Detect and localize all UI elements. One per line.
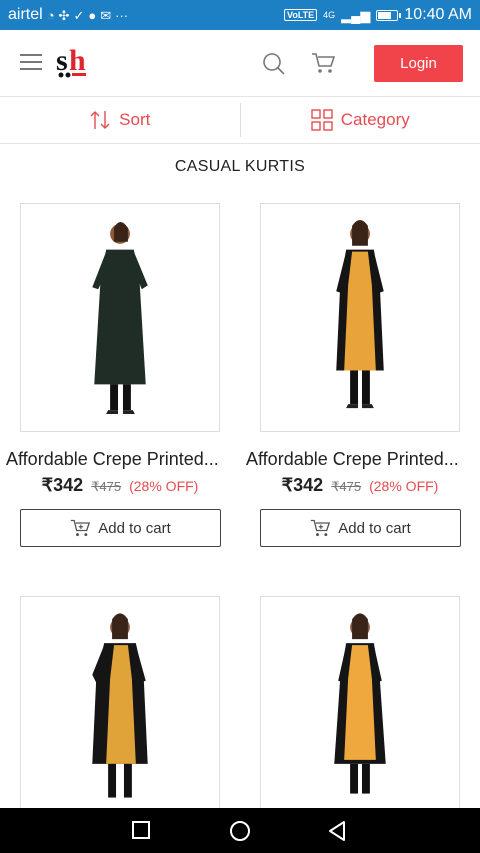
- battery-icon: [376, 9, 402, 21]
- logo-s: s: [56, 44, 68, 77]
- check-icon: ✓: [73, 7, 85, 23]
- cart-plus-icon: [71, 519, 91, 537]
- home-circle-icon[interactable]: [229, 820, 251, 842]
- volte-badge: VoLTE: [283, 9, 318, 21]
- system-nav-bar: [0, 808, 480, 853]
- back-triangle-icon[interactable]: [327, 820, 347, 842]
- whatsapp-icon: ◔: [46, 7, 55, 23]
- hamburger-icon[interactable]: [20, 54, 42, 72]
- cart-icon[interactable]: [311, 51, 336, 75]
- brand-logo[interactable]: s h: [56, 44, 88, 80]
- mrp: ₹475: [331, 479, 362, 494]
- section-title: CASUAL KURTIS: [174, 158, 306, 175]
- message-icon: ●: [88, 7, 97, 23]
- add-to-cart-label: Add to cart: [98, 519, 171, 537]
- grid-icon: [311, 109, 333, 131]
- discount: (28% OFF): [129, 478, 199, 494]
- product-image[interactable]: [20, 203, 220, 432]
- filter-toolbar: Sort Category: [0, 97, 480, 144]
- add-to-cart-button[interactable]: Add to cart: [260, 509, 461, 547]
- price: ₹342: [41, 475, 84, 495]
- category-button[interactable]: Category: [241, 97, 480, 143]
- category-label: Category: [340, 110, 410, 129]
- product-name[interactable]: Affordable Crepe Printed...: [6, 449, 236, 470]
- add-to-cart-label: Add to cart: [338, 519, 411, 537]
- discount: (28% OFF): [369, 478, 439, 494]
- kurti-model-image: [92, 613, 148, 798]
- price-row: ₹342 ₹475 (28% OFF): [0, 475, 240, 496]
- product-image[interactable]: [20, 596, 220, 808]
- search-icon[interactable]: [262, 52, 286, 76]
- kurti-model-image: [336, 219, 384, 409]
- product-name[interactable]: Affordable Crepe Printed...: [246, 449, 476, 470]
- sort-button[interactable]: Sort: [0, 97, 240, 143]
- clock: 10:40 AM: [404, 6, 472, 23]
- mail-icon: ✉: [100, 7, 112, 23]
- signal-icon: ▂▄▆: [341, 7, 371, 23]
- status-bar: airtel ◔ ✣ ✓ ● ✉ ··· VoLTE 4G ▂▄▆ 10:40 …: [0, 0, 480, 30]
- product-image[interactable]: [260, 596, 460, 808]
- recent-apps-icon[interactable]: [131, 820, 151, 840]
- kurti-model-image: [92, 221, 148, 415]
- mrp: ₹475: [91, 479, 122, 494]
- price-row: ₹342 ₹475 (28% OFF): [240, 475, 480, 496]
- cart-plus-icon: [311, 519, 331, 537]
- sort-label: Sort: [119, 110, 151, 129]
- price: ₹342: [281, 475, 324, 495]
- login-button[interactable]: Login: [374, 45, 463, 82]
- app-header: s h Login: [0, 30, 480, 97]
- carrier-label: airtel: [8, 6, 43, 23]
- network-label: 4G: [323, 10, 336, 20]
- sort-arrows-icon: [90, 111, 110, 129]
- logo-h: h: [69, 44, 86, 77]
- add-to-cart-button[interactable]: Add to cart: [20, 509, 221, 547]
- settings-fan-icon: ✣: [58, 7, 70, 23]
- kurti-model-image: [334, 613, 386, 794]
- more-dots-icon: ···: [115, 7, 129, 23]
- product-image[interactable]: [260, 203, 460, 432]
